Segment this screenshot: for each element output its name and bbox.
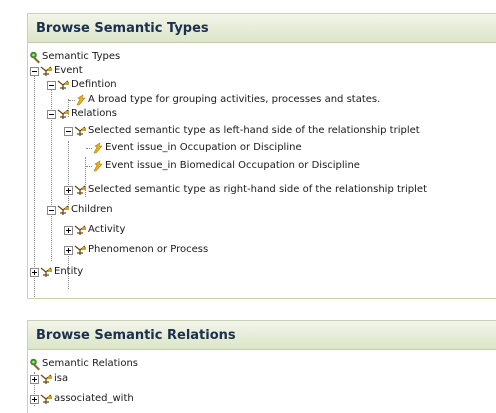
collapse-toggle[interactable] xyxy=(64,126,73,136)
tree-node-semantic-relations[interactable]: Semantic Relations xyxy=(29,357,138,371)
expand-toggle[interactable] xyxy=(30,374,39,384)
tree-leaf-lhs-item-1[interactable]: Event issue_in Occupation or Discipline xyxy=(86,141,302,155)
semantic-type-icon xyxy=(57,108,69,119)
tree-node-activity[interactable]: Activity xyxy=(64,223,125,237)
relation-triplet-text: Event issue_in Occupation or Discipline xyxy=(105,142,302,153)
node-label: Entity xyxy=(54,266,84,277)
definition-leaf-icon xyxy=(76,94,86,106)
tree-node-entity[interactable]: Entity xyxy=(30,265,83,279)
expand-toggle[interactable] xyxy=(30,267,39,277)
semantic-type-icon xyxy=(74,224,86,235)
tree-node-associated-with[interactable]: associated_with xyxy=(30,392,134,406)
tree-leaf-definition-text[interactable]: A broad type for grouping activities, pr… xyxy=(69,93,380,107)
tree-node-children[interactable]: Children xyxy=(47,203,113,217)
expand-toggle[interactable] xyxy=(64,225,73,235)
tree-root-icon xyxy=(30,51,40,63)
tree-node-semantic-types[interactable]: Semantic Types xyxy=(29,50,120,64)
tree-root-icon xyxy=(30,358,40,370)
node-label: Event xyxy=(54,65,83,76)
definition-text: A broad type for grouping activities, pr… xyxy=(88,94,381,105)
node-label: Defintion xyxy=(71,79,117,90)
tree-node-phenomenon-or-process[interactable]: Phenomenon or Process xyxy=(64,243,208,257)
semantic-type-icon xyxy=(74,125,86,136)
semantic-type-icon xyxy=(74,244,86,255)
definition-leaf-icon xyxy=(93,142,103,154)
semantic-type-icon xyxy=(40,373,52,384)
tree-node-event[interactable]: Event xyxy=(30,64,83,78)
node-label: Relations xyxy=(71,108,117,119)
node-label: Selected semantic type as right-hand sid… xyxy=(88,184,427,195)
expand-toggle[interactable] xyxy=(30,394,39,404)
panel-title: Browse Semantic Types xyxy=(28,14,496,43)
panel-title: Browse Semantic Relations xyxy=(28,321,496,350)
browse-semantic-relations-panel: Browse Semantic Relations Semantic Relat… xyxy=(27,320,496,413)
tree-leaf-lhs-item-2[interactable]: Event issue_in Biomedical Occupation or … xyxy=(86,159,360,173)
semantic-type-icon xyxy=(57,79,69,90)
collapse-toggle[interactable] xyxy=(47,80,56,90)
node-label: Children xyxy=(71,204,113,215)
node-label: Semantic Types xyxy=(42,51,121,62)
tree-node-lhs[interactable]: Selected semantic type as left-hand side… xyxy=(64,124,420,138)
collapse-toggle[interactable] xyxy=(47,109,56,119)
semantic-type-icon xyxy=(57,204,69,215)
node-label: isa xyxy=(54,373,69,384)
browse-semantic-types-panel: Browse Semantic Types Semantic Types Eve… xyxy=(27,13,496,299)
node-label: associated_with xyxy=(54,393,134,404)
node-label: Activity xyxy=(88,224,126,235)
tree-node-rhs[interactable]: Selected semantic type as right-hand sid… xyxy=(64,183,427,197)
expand-toggle[interactable] xyxy=(64,185,73,195)
node-label: Phenomenon or Process xyxy=(88,244,209,255)
semantic-type-icon xyxy=(40,393,52,404)
tree-node-definition[interactable]: Defintion xyxy=(47,78,117,92)
collapse-toggle[interactable] xyxy=(47,205,56,215)
collapse-toggle[interactable] xyxy=(30,66,39,76)
tree-node-isa[interactable]: isa xyxy=(30,372,68,386)
semantic-type-icon xyxy=(74,184,86,195)
node-label: Semantic Relations xyxy=(42,358,139,369)
node-label: Selected semantic type as left-hand side… xyxy=(88,125,420,136)
expand-toggle[interactable] xyxy=(64,245,73,255)
semantic-type-icon xyxy=(40,65,52,76)
relation-triplet-text: Event issue_in Biomedical Occupation or … xyxy=(105,160,360,171)
definition-leaf-icon xyxy=(93,160,103,172)
tree-node-relations[interactable]: Relations xyxy=(47,107,117,121)
semantic-type-icon xyxy=(40,266,52,277)
